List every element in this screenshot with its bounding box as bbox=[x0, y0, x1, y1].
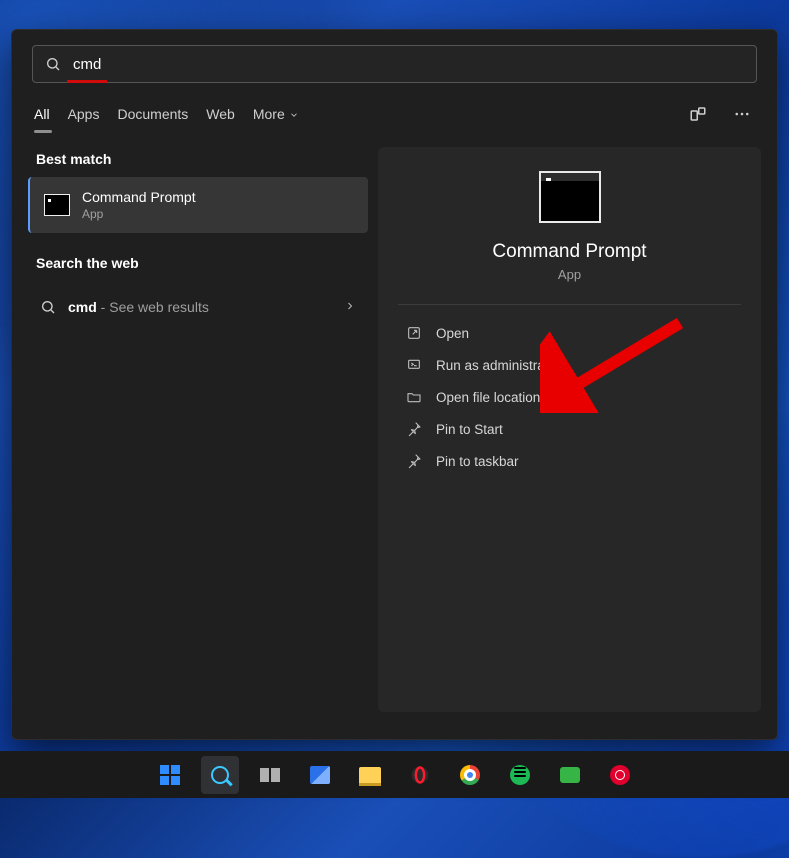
quick-layout-icon[interactable] bbox=[685, 101, 711, 127]
preview-type: App bbox=[398, 267, 741, 282]
search-input[interactable] bbox=[73, 56, 744, 73]
task-view-button[interactable] bbox=[251, 756, 289, 794]
widgets-button[interactable] bbox=[301, 756, 339, 794]
best-match-item[interactable]: Command Prompt App bbox=[28, 177, 368, 233]
pin-icon bbox=[406, 453, 422, 469]
search-icon bbox=[40, 299, 56, 315]
best-match-type: App bbox=[82, 207, 196, 221]
action-pin-start[interactable]: Pin to Start bbox=[398, 413, 741, 445]
more-options-icon[interactable] bbox=[729, 101, 755, 127]
chat-button[interactable] bbox=[551, 756, 589, 794]
web-query: cmd bbox=[68, 299, 97, 315]
pin-icon bbox=[406, 421, 422, 437]
admin-icon bbox=[406, 357, 422, 373]
action-label: Open bbox=[436, 326, 469, 341]
action-open[interactable]: Open bbox=[398, 317, 741, 349]
search-icon bbox=[45, 56, 61, 72]
section-search-web: Search the web bbox=[28, 251, 368, 281]
preview-app-icon bbox=[539, 171, 601, 223]
results-column: Best match Command Prompt App Search the… bbox=[28, 147, 368, 712]
divider bbox=[398, 304, 741, 305]
tab-more[interactable]: More bbox=[253, 106, 299, 122]
web-suffix: - See web results bbox=[97, 299, 209, 315]
start-button[interactable] bbox=[151, 756, 189, 794]
tab-apps[interactable]: Apps bbox=[68, 106, 100, 122]
best-match-title: Command Prompt bbox=[82, 189, 196, 205]
action-label: Run as administrator bbox=[436, 358, 561, 373]
action-label: Pin to Start bbox=[436, 422, 503, 437]
preview-pane: Command Prompt App Open Run as administr… bbox=[378, 147, 761, 712]
chevron-right-icon bbox=[344, 299, 356, 315]
tab-all[interactable]: All bbox=[34, 106, 50, 122]
opera-button[interactable] bbox=[401, 756, 439, 794]
action-label: Pin to taskbar bbox=[436, 454, 519, 469]
tab-active-indicator bbox=[34, 130, 52, 133]
web-search-item[interactable]: cmd - See web results bbox=[28, 289, 368, 325]
command-prompt-icon bbox=[44, 194, 70, 216]
tab-documents[interactable]: Documents bbox=[117, 106, 188, 122]
spotify-button[interactable] bbox=[501, 756, 539, 794]
action-pin-taskbar[interactable]: Pin to taskbar bbox=[398, 445, 741, 477]
chevron-down-icon bbox=[289, 110, 299, 120]
action-open-location[interactable]: Open file location bbox=[398, 381, 741, 413]
section-best-match: Best match bbox=[28, 147, 368, 177]
filter-tabs: All Apps Documents Web More bbox=[12, 83, 777, 133]
youtube-music-button[interactable] bbox=[601, 756, 639, 794]
search-panel: All Apps Documents Web More Best match C… bbox=[11, 29, 778, 740]
open-icon bbox=[406, 325, 422, 341]
tab-web[interactable]: Web bbox=[206, 106, 235, 122]
preview-title: Command Prompt bbox=[398, 241, 741, 263]
action-run-admin[interactable]: Run as administrator bbox=[398, 349, 741, 381]
taskbar bbox=[0, 751, 789, 798]
action-label: Open file location bbox=[436, 390, 540, 405]
search-box[interactable] bbox=[32, 45, 757, 83]
file-explorer-button[interactable] bbox=[351, 756, 389, 794]
taskbar-search[interactable] bbox=[201, 756, 239, 794]
folder-icon bbox=[406, 389, 422, 405]
search-icon bbox=[211, 766, 229, 784]
chrome-button[interactable] bbox=[451, 756, 489, 794]
